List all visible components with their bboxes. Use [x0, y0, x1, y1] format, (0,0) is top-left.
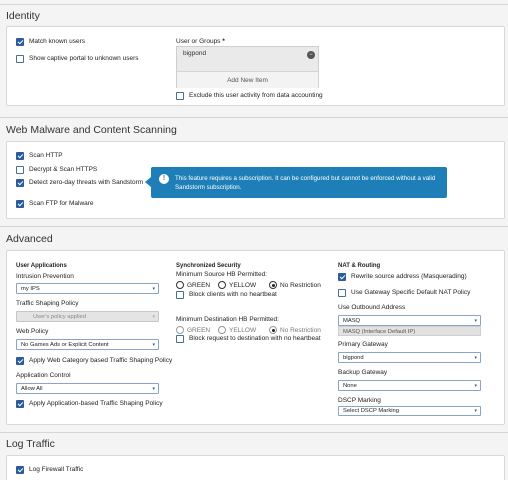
identity-panel: Match known users Show captive portal to…	[6, 26, 505, 106]
rewrite-source-label: Rewrite source address (Masquerading)	[351, 273, 467, 280]
exclude-activity-checkbox[interactable]	[176, 92, 184, 100]
block-request-checkbox[interactable]	[176, 335, 184, 343]
log-traffic-divider	[0, 432, 508, 433]
show-captive-portal-checkbox[interactable]	[16, 55, 24, 63]
log-firewall-traffic-checkbox[interactable]	[16, 466, 24, 474]
use-outbound-label: Use Outbound Address	[338, 304, 406, 311]
add-new-item-button[interactable]: Add New Item	[177, 71, 318, 88]
backup-gateway-value: None	[343, 382, 357, 389]
nat-routing-heading: NAT & Routing	[338, 263, 381, 269]
remove-item-icon[interactable]: −	[307, 51, 315, 59]
source-no-restriction-radio[interactable]	[269, 281, 277, 289]
application-control-select[interactable]: Allow All ▾	[16, 383, 159, 394]
scan-ftp-label: Scan FTP for Malware	[29, 200, 94, 207]
dscp-marking-label: DSCP Marking	[338, 397, 381, 404]
match-known-users-label: Match known users	[29, 38, 85, 45]
block-clients-checkbox[interactable]	[176, 291, 184, 299]
application-control-label: Application Control	[16, 372, 71, 379]
scan-http-checkbox[interactable]	[16, 152, 24, 160]
dest-no-restriction-label: No Restriction	[280, 327, 321, 334]
chevron-down-icon: ▾	[474, 318, 477, 324]
web-policy-select[interactable]: No Games Ads or Explicit Content ▾	[16, 339, 159, 350]
identity-section-title: Identity	[6, 10, 40, 22]
outbound-address-select[interactable]: MASQ ▾	[338, 315, 481, 326]
dscp-marking-value: Select DSCP Marking	[343, 408, 399, 414]
decrypt-scan-https-label: Decrypt & Scan HTTPS	[29, 166, 98, 173]
intrusion-prevention-select[interactable]: my IPS ▾	[16, 283, 159, 294]
outbound-address-hint: MASQ (Interface Default IP)	[338, 326, 481, 336]
dest-no-restriction-radio[interactable]	[269, 326, 277, 334]
show-captive-portal-label: Show captive portal to unknown users	[29, 55, 139, 62]
scan-ftp-checkbox[interactable]	[16, 200, 24, 208]
tooltip-text: This feature requires a subscription. It…	[175, 175, 436, 191]
match-known-users-checkbox[interactable]	[16, 38, 24, 46]
chevron-down-icon: ▾	[152, 386, 155, 392]
info-icon: !	[159, 174, 169, 184]
scan-http-label: Scan HTTP	[29, 152, 63, 159]
source-yellow-label: YELLOW	[229, 282, 257, 289]
user-item-bigpond: bigpond	[183, 50, 207, 57]
use-gateway-nat-checkbox[interactable]	[338, 289, 346, 297]
sandstorm-subscription-tooltip: ! This feature requires a subscription. …	[145, 167, 447, 198]
traffic-shaping-select: User's policy applied ▾	[16, 311, 159, 322]
exclude-activity-label: Exclude this user activity from data acc…	[189, 92, 323, 99]
dest-yellow-radio[interactable]	[218, 326, 226, 334]
intrusion-prevention-value: my IPS	[21, 285, 40, 292]
source-yellow-radio[interactable]	[218, 281, 226, 289]
backup-gateway-select[interactable]: None ▾	[338, 380, 481, 391]
chevron-down-icon: ▾	[474, 408, 477, 414]
backup-gateway-label: Backup Gateway	[338, 369, 388, 376]
block-clients-label: Block clients with no heartbeat	[189, 291, 277, 298]
dscp-marking-select[interactable]: Select DSCP Marking ▾	[338, 406, 481, 416]
web-policy-value: No Games Ads or Explicit Content	[21, 341, 109, 348]
source-no-restriction-label: No Restriction	[280, 282, 321, 289]
user-or-groups-label: User or Groups *	[176, 38, 225, 45]
web-policy-label: Web Policy	[16, 328, 49, 335]
detect-zero-day-checkbox[interactable]	[16, 179, 24, 187]
application-control-value: Allow All	[21, 385, 43, 392]
synchronized-security-heading: Synchronized Security	[176, 263, 241, 269]
intrusion-prevention-label: Intrusion Prevention	[16, 273, 74, 280]
apply-app-based-checkbox[interactable]	[16, 400, 24, 408]
primary-gateway-label: Primary Gateway	[338, 341, 388, 348]
outbound-address-value: MASQ	[343, 317, 361, 324]
chevron-down-icon: ▾	[152, 342, 155, 348]
advanced-section-title: Advanced	[6, 233, 53, 245]
traffic-shaping-value: User's policy applied	[33, 313, 86, 320]
chevron-down-icon: ▾	[474, 383, 477, 389]
advanced-divider	[0, 226, 508, 227]
use-gateway-nat-label: Use Gateway Specific Default NAT Policy	[351, 289, 471, 296]
decrypt-scan-https-checkbox[interactable]	[16, 166, 24, 174]
dest-yellow-label: YELLOW	[229, 327, 257, 334]
source-green-label: GREEN	[187, 282, 211, 289]
min-dest-hb-label: Minimum Destination HB Permitted:	[176, 316, 279, 323]
primary-gateway-select[interactable]: bigpond ▾	[338, 352, 481, 363]
chevron-down-icon: ▾	[152, 286, 155, 292]
apply-app-based-label: Apply Application-based Traffic Shaping …	[29, 400, 163, 407]
rewrite-source-checkbox[interactable]	[338, 273, 346, 281]
traffic-shaping-label: Traffic Shaping Policy	[16, 300, 79, 307]
source-green-radio[interactable]	[176, 281, 184, 289]
block-request-label: Block request to destination with no hea…	[189, 335, 321, 342]
user-applications-heading: User Applications	[16, 263, 67, 269]
log-traffic-section-title: Log Traffic	[6, 438, 55, 450]
malware-section-title: Web Malware and Content Scanning	[6, 124, 177, 136]
dest-green-label: GREEN	[187, 327, 211, 334]
advanced-panel: User Applications Intrusion Prevention m…	[6, 250, 505, 425]
primary-gateway-value: bigpond	[343, 354, 364, 361]
user-groups-list: bigpond − Add New Item	[176, 46, 319, 88]
log-firewall-traffic-label: Log Firewall Traffic	[29, 466, 84, 473]
top-divider	[0, 4, 508, 5]
apply-web-category-checkbox[interactable]	[16, 357, 24, 365]
log-traffic-panel: Log Firewall Traffic	[6, 455, 505, 480]
malware-divider	[0, 117, 508, 118]
apply-web-category-label: Apply Web Category based Traffic Shaping…	[29, 357, 173, 364]
dest-green-radio[interactable]	[176, 326, 184, 334]
min-source-hb-label: Minimum Source HB Permitted:	[176, 271, 268, 278]
detect-zero-day-label: Detect zero-day threats with Sandstorm	[29, 179, 144, 186]
chevron-down-icon: ▾	[474, 355, 477, 361]
chevron-down-icon: ▾	[152, 314, 155, 320]
